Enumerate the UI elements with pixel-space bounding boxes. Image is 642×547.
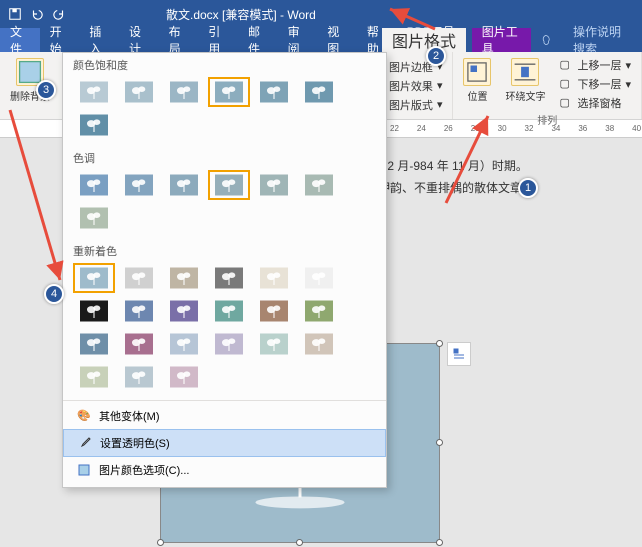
- saturation-swatch[interactable]: [208, 77, 250, 107]
- tab-picture-format[interactable]: 图片格式: [382, 28, 466, 52]
- backward-icon: ▢: [559, 77, 573, 91]
- send-backward-button[interactable]: ▢下移一层 ▾: [555, 75, 635, 93]
- undo-icon[interactable]: [30, 7, 44, 21]
- recolor-swatch[interactable]: [298, 329, 340, 359]
- selection-pane-button[interactable]: ▢选择窗格: [555, 94, 635, 112]
- group-label-arrange: 排列: [459, 112, 635, 127]
- recolor-swatch[interactable]: [208, 263, 250, 293]
- color-dropdown: 颜色饱和度 色调 重新着色 🎨其他变体(M) 设置透明色(S) 图片颜色选项(C…: [62, 52, 387, 488]
- eyedropper-icon: [78, 436, 92, 450]
- tone-swatch[interactable]: [73, 203, 115, 233]
- tell-me[interactable]: 操作说明搜索: [563, 28, 642, 52]
- tab-review[interactable]: 审阅: [278, 28, 318, 52]
- saturation-swatch[interactable]: [253, 77, 295, 107]
- wrap-icon: [511, 58, 539, 86]
- tone-swatch[interactable]: [118, 170, 160, 200]
- tab-references[interactable]: 引用: [198, 28, 238, 52]
- set-transparent-color-item[interactable]: 设置透明色(S): [63, 429, 386, 457]
- annotation-marker-4: 4: [44, 284, 64, 304]
- tone-swatch[interactable]: [163, 170, 205, 200]
- picture-color-options-item[interactable]: 图片颜色选项(C)...: [63, 457, 386, 483]
- section-recolor: 重新着色: [63, 239, 386, 261]
- selection-icon: ▢: [559, 96, 573, 110]
- tell-me-icon: [531, 28, 563, 52]
- recolor-swatch[interactable]: [73, 263, 115, 293]
- tone-swatch[interactable]: [298, 170, 340, 200]
- forward-icon: ▢: [559, 58, 573, 72]
- recolor-swatch[interactable]: [118, 329, 160, 359]
- tab-design[interactable]: 设计: [119, 28, 159, 52]
- bring-forward-button[interactable]: ▢上移一层 ▾: [555, 56, 635, 74]
- recolor-swatch[interactable]: [298, 263, 340, 293]
- section-tone: 色调: [63, 146, 386, 168]
- resize-handle[interactable]: [296, 539, 303, 546]
- recolor-swatch[interactable]: [253, 263, 295, 293]
- tab-context-group: 图片工具: [472, 28, 531, 52]
- options-icon: [77, 463, 91, 477]
- recolor-swatches: [63, 261, 386, 398]
- tone-swatches: [63, 168, 386, 239]
- tab-file[interactable]: 文件: [0, 28, 40, 52]
- recolor-swatch[interactable]: [118, 296, 160, 326]
- recolor-swatch[interactable]: [163, 362, 205, 392]
- tone-swatch[interactable]: [253, 170, 295, 200]
- position-icon: [463, 58, 491, 86]
- saturation-swatches: [63, 75, 386, 146]
- recolor-swatch[interactable]: [73, 296, 115, 326]
- resize-handle[interactable]: [436, 539, 443, 546]
- resize-handle[interactable]: [157, 539, 164, 546]
- palette-icon: 🎨: [77, 409, 91, 423]
- redo-icon[interactable]: [52, 7, 66, 21]
- tab-layout[interactable]: 布局: [159, 28, 199, 52]
- resize-handle[interactable]: [436, 340, 443, 347]
- saturation-swatch[interactable]: [118, 77, 160, 107]
- annotation-marker-2: 2: [426, 46, 446, 66]
- section-saturation: 颜色饱和度: [63, 53, 386, 75]
- recolor-swatch[interactable]: [253, 296, 295, 326]
- resize-handle[interactable]: [436, 439, 443, 446]
- save-icon[interactable]: [8, 7, 22, 21]
- annotation-marker-3: 3: [36, 80, 56, 100]
- saturation-swatch[interactable]: [73, 77, 115, 107]
- tab-view[interactable]: 视图: [317, 28, 357, 52]
- recolor-swatch[interactable]: [208, 329, 250, 359]
- wrap-text-button[interactable]: 环绕文字: [501, 56, 549, 112]
- recolor-swatch[interactable]: [118, 263, 160, 293]
- ribbon-group-arrange: 位置 环绕文字 ▢上移一层 ▾ ▢下移一层 ▾ ▢选择窗格 排列: [453, 52, 642, 119]
- saturation-swatch[interactable]: [163, 77, 205, 107]
- saturation-swatch[interactable]: [298, 77, 340, 107]
- recolor-swatch[interactable]: [163, 296, 205, 326]
- recolor-swatch[interactable]: [163, 329, 205, 359]
- recolor-swatch[interactable]: [73, 362, 115, 392]
- window-title: 散文.docx [兼容模式] - Word: [166, 6, 316, 23]
- tab-home[interactable]: 开始: [40, 28, 80, 52]
- more-variations-item[interactable]: 🎨其他变体(M): [63, 403, 386, 429]
- recolor-swatch[interactable]: [73, 329, 115, 359]
- recolor-swatch[interactable]: [208, 296, 250, 326]
- layout-options-button[interactable]: [447, 342, 471, 366]
- recolor-swatch[interactable]: [163, 263, 205, 293]
- recolor-swatch[interactable]: [253, 329, 295, 359]
- ribbon-tabs: 文件 开始 插入 设计 布局 引用 邮件 审阅 视图 帮助 PDF工具集 图片工…: [0, 28, 642, 52]
- position-button[interactable]: 位置: [459, 56, 495, 112]
- tone-swatch[interactable]: [73, 170, 115, 200]
- annotation-marker-1: 1: [518, 178, 538, 198]
- tab-insert[interactable]: 插入: [79, 28, 119, 52]
- tab-mailings[interactable]: 邮件: [238, 28, 278, 52]
- recolor-swatch[interactable]: [118, 362, 160, 392]
- recolor-swatch[interactable]: [298, 296, 340, 326]
- saturation-swatch[interactable]: [73, 110, 115, 140]
- tone-swatch[interactable]: [208, 170, 250, 200]
